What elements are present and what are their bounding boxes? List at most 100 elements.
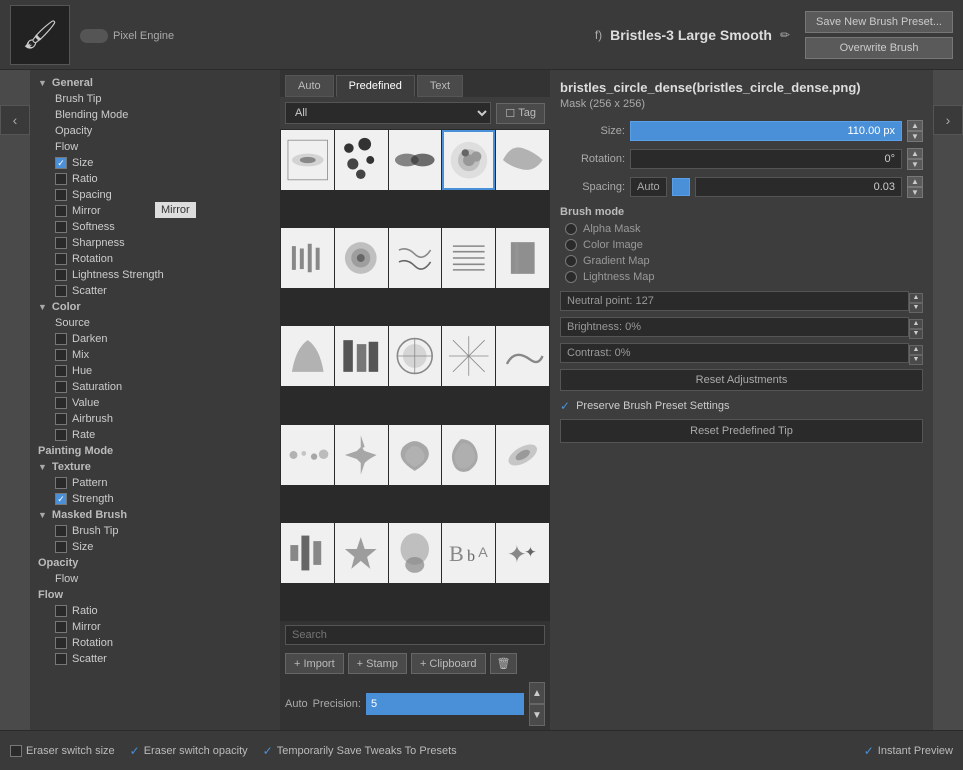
sidebar-item-value[interactable]: Value bbox=[30, 395, 280, 411]
brush-cell[interactable] bbox=[389, 228, 442, 288]
lightness-map-radio[interactable] bbox=[565, 271, 577, 283]
sidebar-item-hue[interactable]: Hue bbox=[30, 363, 280, 379]
sidebar-item-scatter[interactable]: Scatter bbox=[30, 283, 280, 299]
ratio-checkbox[interactable] bbox=[55, 173, 67, 185]
sidebar-item-sharpness[interactable]: Sharpness bbox=[30, 235, 280, 251]
brush-cell[interactable] bbox=[281, 326, 334, 386]
sidebar-item-source[interactable]: Source bbox=[30, 315, 280, 331]
sidebar-item-mirror2[interactable]: Mirror bbox=[30, 619, 280, 635]
sidebar-item-saturation[interactable]: Saturation bbox=[30, 379, 280, 395]
alpha-mask-radio[interactable] bbox=[565, 223, 577, 235]
brush-cell[interactable] bbox=[496, 425, 549, 485]
darken-checkbox[interactable] bbox=[55, 333, 67, 345]
airbrush-checkbox[interactable] bbox=[55, 413, 67, 425]
sidebar-item-strength[interactable]: Strength bbox=[30, 491, 280, 507]
brush-cell[interactable] bbox=[281, 228, 334, 288]
rotation-up[interactable]: ▲ bbox=[907, 148, 923, 159]
size-up[interactable]: ▲ bbox=[907, 120, 923, 131]
rotation-input[interactable] bbox=[630, 149, 902, 169]
sidebar-item-masked-size[interactable]: Size bbox=[30, 539, 280, 555]
sidebar-item-size[interactable]: Size bbox=[30, 155, 280, 171]
contrast-field[interactable]: Contrast: 0% bbox=[560, 343, 909, 363]
sidebar-item-flow[interactable]: Flow bbox=[30, 139, 280, 155]
spacing-up[interactable]: ▲ bbox=[907, 176, 923, 187]
color-image-radio[interactable] bbox=[565, 239, 577, 251]
rate-checkbox[interactable] bbox=[55, 429, 67, 441]
gradient-map-radio[interactable] bbox=[565, 255, 577, 267]
delete-button[interactable]: 🗑 bbox=[490, 653, 518, 674]
brush-cell[interactable] bbox=[442, 228, 495, 288]
brightness-field[interactable]: Brightness: 0% bbox=[560, 317, 909, 337]
precision-up[interactable]: ▲ bbox=[529, 682, 545, 704]
brush-cell[interactable]: B b A bbox=[442, 523, 495, 583]
strength-checkbox[interactable] bbox=[55, 493, 67, 505]
edit-icon[interactable]: ✏ bbox=[780, 28, 790, 42]
sidebar-item-brush-tip[interactable]: Brush Tip bbox=[30, 91, 280, 107]
sidebar-item-flow2[interactable]: Flow bbox=[30, 571, 280, 587]
brush-cell[interactable] bbox=[496, 228, 549, 288]
neutral-point-field[interactable]: Neutral point: 127 bbox=[560, 291, 909, 311]
mirror-checkbox[interactable] bbox=[55, 205, 67, 217]
saturation-checkbox[interactable] bbox=[55, 381, 67, 393]
brush-cell[interactable] bbox=[442, 130, 495, 190]
reset-predefined-button[interactable]: Reset Predefined Tip bbox=[560, 419, 923, 443]
brightness-down[interactable]: ▼ bbox=[909, 329, 923, 339]
overwrite-brush-button[interactable]: Overwrite Brush bbox=[805, 37, 953, 59]
rotation2-checkbox[interactable] bbox=[55, 637, 67, 649]
pattern-checkbox[interactable] bbox=[55, 477, 67, 489]
contrast-down[interactable]: ▼ bbox=[909, 355, 923, 365]
brightness-up[interactable]: ▲ bbox=[909, 319, 923, 329]
size-down[interactable]: ▼ bbox=[907, 131, 923, 142]
tag-button[interactable]: ☐ Tag bbox=[496, 103, 545, 124]
sidebar-item-rotation2[interactable]: Rotation bbox=[30, 635, 280, 651]
spacing-checkbox[interactable] bbox=[55, 189, 67, 201]
brush-cell[interactable] bbox=[335, 425, 388, 485]
brush-cell[interactable] bbox=[389, 130, 442, 190]
size-checkbox[interactable] bbox=[55, 157, 67, 169]
sidebar-item-lightness-strength[interactable]: Lightness Strength bbox=[30, 267, 280, 283]
brush-cell[interactable]: ✦ ✦ bbox=[496, 523, 549, 583]
search-input[interactable] bbox=[285, 625, 545, 645]
sidebar-item-airbrush[interactable]: Airbrush bbox=[30, 411, 280, 427]
sidebar-item-masked-brush-tip[interactable]: Brush Tip bbox=[30, 523, 280, 539]
precision-bar[interactable]: 5 bbox=[366, 693, 524, 715]
brush-cell[interactable] bbox=[281, 130, 334, 190]
stamp-button[interactable]: + Stamp bbox=[348, 653, 407, 674]
scatter-checkbox[interactable] bbox=[55, 285, 67, 297]
sidebar-item-mirror[interactable]: Mirror Mirror bbox=[30, 203, 280, 219]
lightness-strength-checkbox[interactable] bbox=[55, 269, 67, 281]
brush-cell[interactable] bbox=[335, 326, 388, 386]
spacing-down[interactable]: ▼ bbox=[907, 187, 923, 198]
reset-adjustments-button[interactable]: Reset Adjustments bbox=[560, 369, 923, 391]
tab-auto[interactable]: Auto bbox=[285, 75, 334, 97]
nav-right-arrow[interactable]: › bbox=[933, 105, 963, 135]
sidebar-item-opacity[interactable]: Opacity bbox=[30, 123, 280, 139]
sidebar-item-rotation[interactable]: Rotation bbox=[30, 251, 280, 267]
brush-cell[interactable] bbox=[281, 425, 334, 485]
neutral-down[interactable]: ▼ bbox=[909, 303, 923, 313]
sidebar-item-rate[interactable]: Rate bbox=[30, 427, 280, 443]
brush-cell[interactable] bbox=[442, 425, 495, 485]
import-button[interactable]: + Import bbox=[285, 653, 344, 674]
spacing-auto[interactable]: Auto bbox=[630, 177, 667, 197]
mix-checkbox[interactable] bbox=[55, 349, 67, 361]
ratio2-checkbox[interactable] bbox=[55, 605, 67, 617]
size-input[interactable] bbox=[630, 121, 902, 141]
sharpness-checkbox[interactable] bbox=[55, 237, 67, 249]
hue-checkbox[interactable] bbox=[55, 365, 67, 377]
sidebar-item-spacing[interactable]: Spacing bbox=[30, 187, 280, 203]
sidebar-item-darken[interactable]: Darken bbox=[30, 331, 280, 347]
brush-cell[interactable] bbox=[389, 326, 442, 386]
brush-cell[interactable] bbox=[335, 228, 388, 288]
pixel-engine-toggle[interactable] bbox=[80, 29, 108, 43]
brush-cell[interactable] bbox=[496, 130, 549, 190]
eraser-size-checkbox[interactable] bbox=[10, 745, 22, 757]
brush-cell[interactable] bbox=[496, 326, 549, 386]
sidebar-item-softness[interactable]: Softness bbox=[30, 219, 280, 235]
save-preset-button[interactable]: Save New Brush Preset... bbox=[805, 11, 953, 33]
tab-predefined[interactable]: Predefined bbox=[336, 75, 415, 97]
brush-cell[interactable] bbox=[281, 523, 334, 583]
brush-cell[interactable] bbox=[442, 326, 495, 386]
sidebar-item-scatter2[interactable]: Scatter bbox=[30, 651, 280, 667]
nav-left-arrow[interactable]: ‹ bbox=[0, 105, 30, 135]
